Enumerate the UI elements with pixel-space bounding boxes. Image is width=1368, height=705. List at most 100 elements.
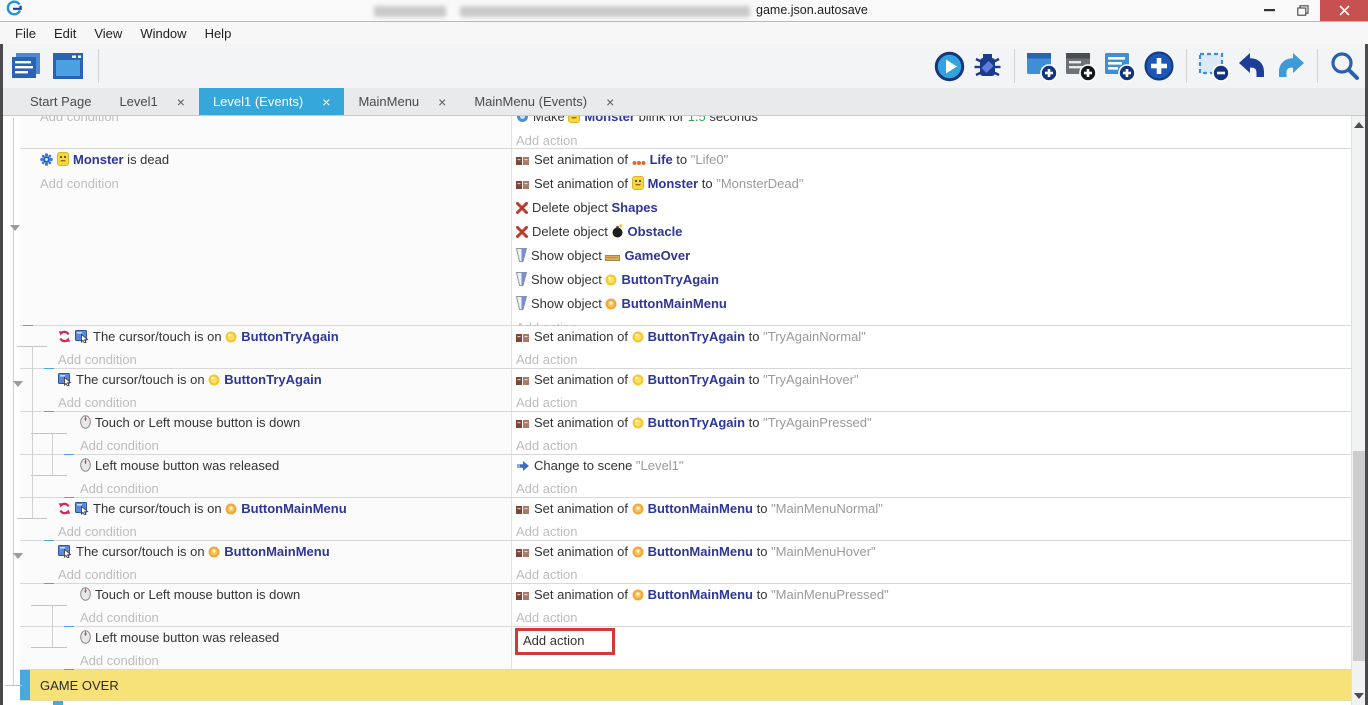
menu-window[interactable]: Window <box>131 24 195 43</box>
scene-editor-icon[interactable] <box>52 52 84 80</box>
action-text: to <box>745 372 763 387</box>
action-line[interactable]: Make Monster blink for 1.5 seconds <box>516 116 1351 130</box>
redo-icon[interactable] <box>1275 52 1306 80</box>
action-line[interactable]: Set animation of Monster to "MonsterDead… <box>516 173 1351 197</box>
tree-connector <box>5 685 22 686</box>
object-name: ButtonTryAgain <box>648 329 746 344</box>
collapse-arrow-icon[interactable] <box>13 553 23 559</box>
add-action-link[interactable]: Add action <box>516 478 1351 499</box>
add-action-link[interactable]: Add action <box>516 521 1351 542</box>
tab-mainmenu-events[interactable]: MainMenu (Events)× <box>460 88 628 115</box>
condition-line[interactable]: Left mouse button was released <box>80 455 511 478</box>
add-condition-link[interactable]: Add condition <box>80 650 511 671</box>
add-condition-link[interactable]: Add condition <box>40 173 511 195</box>
action-text: to <box>698 176 716 191</box>
condition-line[interactable]: The cursor/touch is on ButtonMainMenu <box>58 541 511 564</box>
action-line[interactable]: Change to scene "Level1" <box>516 455 1351 478</box>
add-action-link[interactable]: Add action <box>516 607 1351 628</box>
action-value: "TryAgainNormal" <box>763 329 866 344</box>
monster-object-icon <box>57 151 69 173</box>
debug-icon[interactable] <box>972 51 1003 82</box>
scrollbar-thumb[interactable] <box>1353 451 1365 661</box>
tab-level1-events[interactable]: Level1 (Events)× <box>199 88 345 115</box>
undo-icon[interactable] <box>1237 52 1268 80</box>
menu-view[interactable]: View <box>85 24 131 43</box>
action-line[interactable]: Set animation of ButtonTryAgain to "TryA… <box>516 412 1351 435</box>
invert-condition-icon <box>58 500 71 521</box>
action-line[interactable]: Show object ButtonTryAgain <box>516 269 1351 293</box>
collapse-arrow-icon[interactable] <box>10 225 20 231</box>
minimize-button[interactable] <box>1252 0 1286 21</box>
action-value: "Life0" <box>691 152 728 167</box>
remove-selection-icon[interactable] <box>1198 51 1230 82</box>
condition-line[interactable]: The cursor/touch is on ButtonTryAgain <box>58 326 511 349</box>
action-line[interactable]: Delete object Obstacle <box>516 221 1351 245</box>
action-line[interactable]: Set animation of ButtonMainMenu to "Main… <box>516 541 1351 564</box>
menu-file[interactable]: File <box>6 24 45 43</box>
comment-event[interactable]: GAME OVER <box>30 670 1351 700</box>
action-value: "MainMenuNormal" <box>771 501 883 516</box>
action-line[interactable]: Set animation of ButtonMainMenu to "Main… <box>516 584 1351 607</box>
add-condition-link[interactable]: Add condition <box>40 116 511 128</box>
add-condition-link[interactable]: Add condition <box>80 435 511 456</box>
set-animation-icon <box>516 328 530 349</box>
mouse-icon <box>80 414 91 435</box>
tab-mainmenu[interactable]: MainMenu× <box>344 88 460 115</box>
add-action-link[interactable]: Add action <box>516 349 1351 370</box>
condition-line[interactable]: Left mouse button was released <box>80 627 511 650</box>
add-action-link[interactable]: Add action <box>516 564 1351 585</box>
tab-level1[interactable]: Level1× <box>105 88 199 115</box>
add-sub-event-icon[interactable] <box>1065 51 1097 82</box>
add-comment-icon[interactable] <box>1104 51 1136 82</box>
menu-edit[interactable]: Edit <box>45 24 85 43</box>
preview-play-icon[interactable] <box>934 51 965 82</box>
add-condition-link[interactable]: Add condition <box>58 564 511 585</box>
add-other-event-icon[interactable] <box>1143 50 1175 82</box>
project-manager-icon[interactable] <box>10 51 42 81</box>
add-action-link-highlighted[interactable]: Add action <box>515 628 615 655</box>
action-line[interactable]: Show object ButtonMainMenu <box>516 293 1351 317</box>
tab-close-icon[interactable]: × <box>177 94 185 110</box>
add-condition-link[interactable]: Add condition <box>58 521 511 542</box>
tab-close-icon[interactable]: × <box>322 94 330 110</box>
condition-line[interactable]: Touch or Left mouse button is down <box>80 584 511 607</box>
add-condition-link[interactable]: Add condition <box>58 392 511 413</box>
action-line[interactable]: Set animation of ButtonMainMenu to "Main… <box>516 498 1351 521</box>
add-condition-link[interactable]: Add condition <box>58 349 511 370</box>
add-event-icon[interactable] <box>1026 51 1058 82</box>
add-action-link[interactable]: Add action <box>516 435 1351 456</box>
add-condition-link[interactable]: Add condition <box>80 607 511 628</box>
condition-line[interactable]: Monster is dead <box>40 149 511 173</box>
action-line[interactable]: Set animation of Life to "Life0" <box>516 149 1351 173</box>
scroll-down-icon[interactable] <box>1354 693 1364 699</box>
action-line[interactable]: Set animation of ButtonTryAgain to "TryA… <box>516 326 1351 349</box>
tab-close-icon[interactable]: × <box>438 94 446 110</box>
condition-line[interactable]: Touch or Left mouse button is down <box>80 412 511 435</box>
condition-line[interactable]: The cursor/touch is on ButtonTryAgain <box>58 369 511 392</box>
collapse-arrow-icon[interactable] <box>13 381 23 387</box>
search-icon[interactable] <box>1329 51 1360 82</box>
action-text: blink for <box>635 116 688 124</box>
comment-row: GAME OVER <box>20 670 1351 701</box>
object-name: ButtonTryAgain <box>224 372 322 387</box>
add-condition-link[interactable]: Add condition <box>80 478 511 499</box>
add-action-link[interactable]: Add action <box>516 392 1351 413</box>
condition-text: The cursor/touch is on <box>93 501 225 516</box>
restore-button[interactable] <box>1286 0 1320 21</box>
menu-help[interactable]: Help <box>196 24 241 43</box>
object-name: ButtonTryAgain <box>241 329 339 344</box>
tab-start-page[interactable]: Start Page <box>16 88 105 115</box>
action-line[interactable]: Set animation of ButtonTryAgain to "TryA… <box>516 369 1351 392</box>
action-text: Set animation of <box>534 544 632 559</box>
close-button[interactable] <box>1320 0 1368 21</box>
action-line[interactable]: Delete object Shapes <box>516 197 1351 221</box>
action-line[interactable]: Show object GameOver <box>516 245 1351 269</box>
action-text: to <box>753 544 771 559</box>
tab-close-icon[interactable]: × <box>606 94 614 110</box>
condition-text: Left mouse button was released <box>95 630 279 645</box>
add-action-link[interactable]: Add action <box>516 130 1351 149</box>
scroll-up-icon[interactable] <box>1354 122 1364 128</box>
condition-line[interactable]: The cursor/touch is on ButtonMainMenu <box>58 498 511 521</box>
vertical-scrollbar[interactable] <box>1351 116 1365 705</box>
condition-text: The cursor/touch is on <box>76 372 208 387</box>
